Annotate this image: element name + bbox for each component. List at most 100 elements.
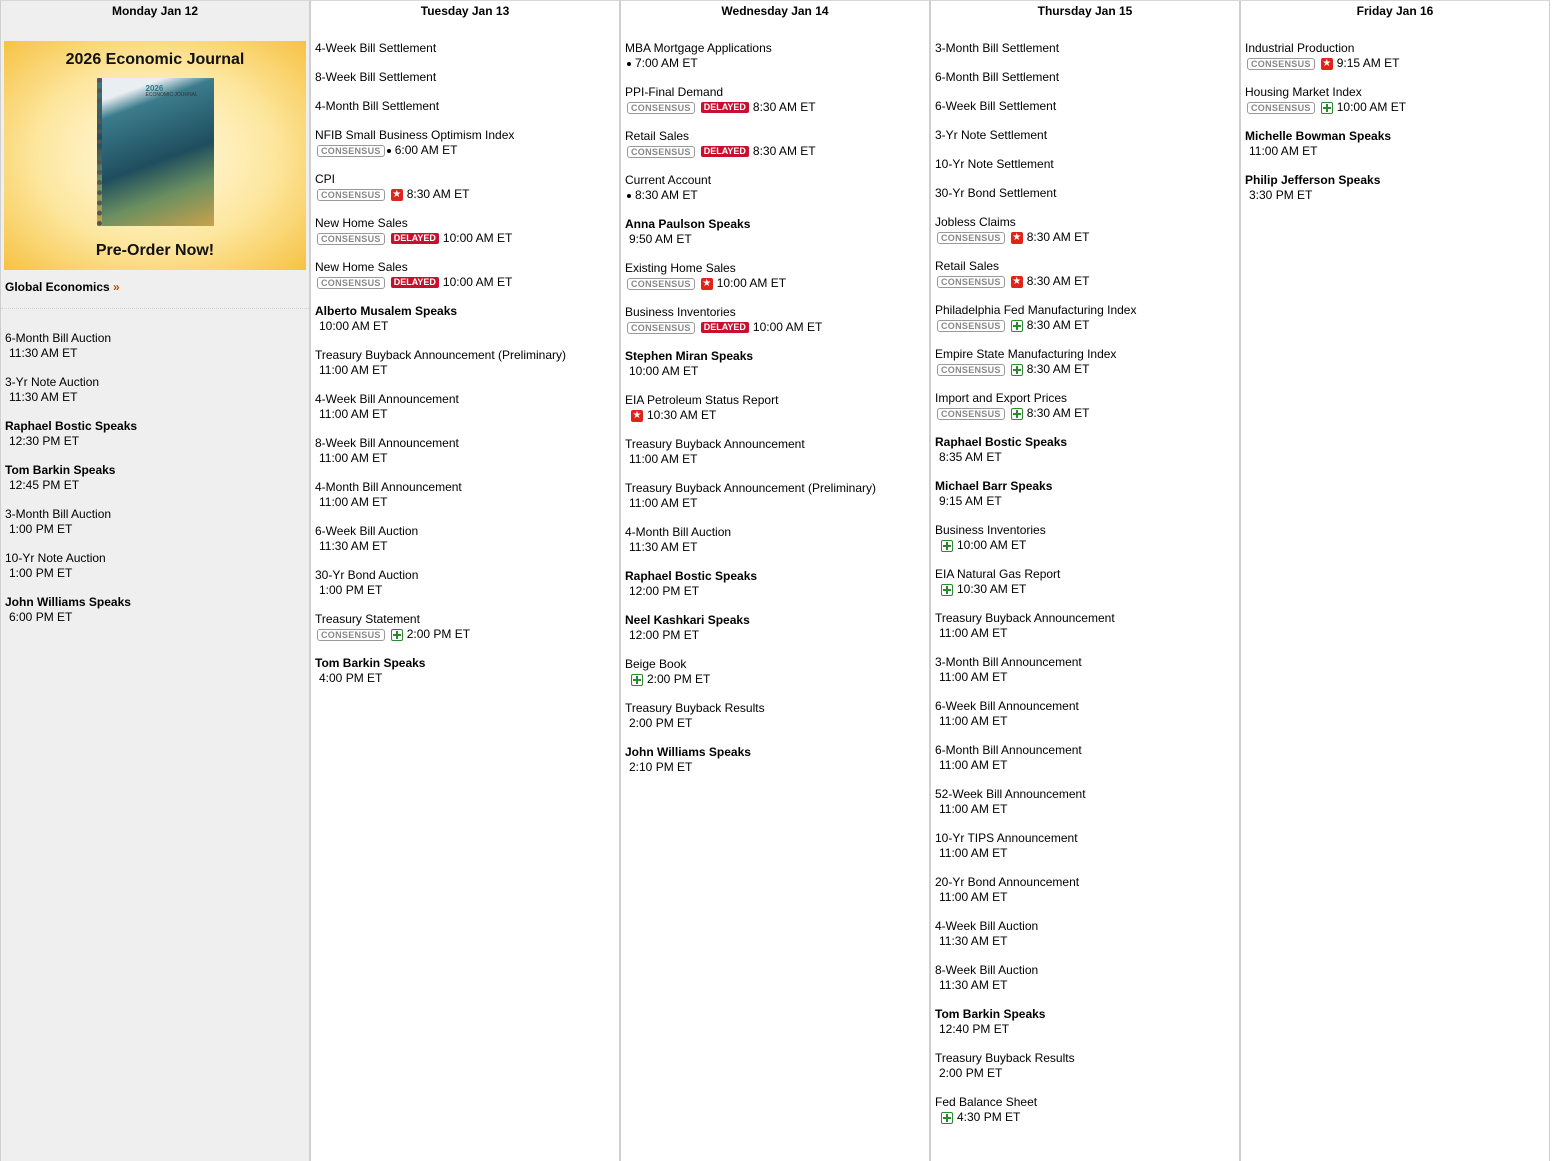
event-name[interactable]: CPI: [315, 172, 619, 187]
event-name[interactable]: 3-Month Bill Announcement: [935, 655, 1239, 670]
event-name[interactable]: 8-Week Bill Settlement: [315, 70, 619, 85]
event-name[interactable]: 6-Month Bill Auction: [5, 331, 309, 346]
calendar-event[interactable]: NFIB Small Business Optimism Index CONSEN…: [315, 128, 619, 158]
event-name[interactable]: Michelle Bowman Speaks: [1245, 129, 1549, 144]
pre-order-button[interactable]: Pre-Order Now!: [4, 242, 306, 260]
calendar-event[interactable]: Housing Market Index CONSENSUS 10:00 AM ET: [1245, 85, 1549, 115]
global-economics-link[interactable]: Global Economics »: [5, 280, 309, 294]
calendar-event[interactable]: 8-Week Bill Settlement: [315, 70, 619, 85]
calendar-event[interactable]: Treasury Buyback Announcement 11:00 AM ET: [935, 611, 1239, 641]
calendar-event[interactable]: Alberto Musalem Speaks 10:00 AM ET: [315, 304, 619, 334]
calendar-event[interactable]: 20-Yr Bond Announcement 11:00 AM ET: [935, 875, 1239, 905]
calendar-event[interactable]: EIA Natural Gas Report 10:30 AM ET: [935, 567, 1239, 597]
calendar-event[interactable]: Raphael Bostic Speaks 12:30 PM ET: [5, 419, 309, 449]
calendar-event[interactable]: 52-Week Bill Announcement 11:00 AM ET: [935, 787, 1239, 817]
event-name[interactable]: 30-Yr Bond Settlement: [935, 186, 1239, 201]
calendar-event[interactable]: Philadelphia Fed Manufacturing Index CONS…: [935, 303, 1239, 333]
calendar-event[interactable]: Michael Barr Speaks 9:15 AM ET: [935, 479, 1239, 509]
event-name[interactable]: Housing Market Index: [1245, 85, 1549, 100]
consensus-badge[interactable]: CONSENSUS: [627, 145, 695, 158]
event-name[interactable]: Michael Barr Speaks: [935, 479, 1239, 494]
event-name[interactable]: 30-Yr Bond Auction: [315, 568, 619, 583]
event-name[interactable]: New Home Sales: [315, 260, 619, 275]
calendar-event[interactable]: Tom Barkin Speaks 12:45 PM ET: [5, 463, 309, 493]
calendar-event[interactable]: Anna Paulson Speaks 9:50 AM ET: [625, 217, 929, 247]
calendar-event[interactable]: Fed Balance Sheet 4:30 PM ET: [935, 1095, 1239, 1125]
event-name[interactable]: Raphael Bostic Speaks: [5, 419, 309, 434]
calendar-event[interactable]: 6-Month Bill Settlement: [935, 70, 1239, 85]
event-name[interactable]: 8-Week Bill Announcement: [315, 436, 619, 451]
event-name[interactable]: 6-Week Bill Announcement: [935, 699, 1239, 714]
consensus-badge[interactable]: CONSENSUS: [317, 628, 385, 641]
calendar-event[interactable]: Raphael Bostic Speaks 12:00 PM ET: [625, 569, 929, 599]
event-name[interactable]: 3-Month Bill Auction: [5, 507, 309, 522]
event-name[interactable]: Treasury Buyback Announcement (Prelimina…: [315, 348, 619, 363]
event-name[interactable]: 4-Week Bill Auction: [935, 919, 1239, 934]
event-name[interactable]: Business Inventories: [935, 523, 1239, 538]
calendar-event[interactable]: Jobless Claims CONSENSUS ★ 8:30 AM ET: [935, 215, 1239, 245]
event-name[interactable]: 4-Month Bill Auction: [625, 525, 929, 540]
calendar-event[interactable]: Treasury Statement CONSENSUS 2:00 PM ET: [315, 612, 619, 642]
event-name[interactable]: Anna Paulson Speaks: [625, 217, 929, 232]
event-name[interactable]: 10-Yr TIPS Announcement: [935, 831, 1239, 846]
event-name[interactable]: 4-Month Bill Settlement: [315, 99, 619, 114]
calendar-event[interactable]: 10-Yr TIPS Announcement 11:00 AM ET: [935, 831, 1239, 861]
calendar-event[interactable]: Empire State Manufacturing Index CONSENSU…: [935, 347, 1239, 377]
consensus-badge[interactable]: CONSENSUS: [317, 276, 385, 289]
calendar-event[interactable]: Treasury Buyback Results 2:00 PM ET: [935, 1051, 1239, 1081]
calendar-event[interactable]: Stephen Miran Speaks 10:00 AM ET: [625, 349, 929, 379]
calendar-event[interactable]: 6-Month Bill Auction 11:30 AM ET: [5, 331, 309, 361]
event-name[interactable]: Philip Jefferson Speaks: [1245, 173, 1549, 188]
calendar-event[interactable]: 4-Week Bill Announcement 11:00 AM ET: [315, 392, 619, 422]
event-name[interactable]: Alberto Musalem Speaks: [315, 304, 619, 319]
calendar-event[interactable]: Michelle Bowman Speaks 11:00 AM ET: [1245, 129, 1549, 159]
consensus-badge[interactable]: CONSENSUS: [937, 231, 1005, 244]
calendar-event[interactable]: Treasury Buyback Announcement (Prelimina…: [625, 481, 929, 511]
calendar-event[interactable]: Retail Sales CONSENSUS DELAYED 8:30 AM ET: [625, 129, 929, 159]
calendar-event[interactable]: MBA Mortgage Applications 7:00 AM ET: [625, 41, 929, 71]
calendar-event[interactable]: CPI CONSENSUS ★ 8:30 AM ET: [315, 172, 619, 202]
calendar-event[interactable]: 10-Yr Note Auction 1:00 PM ET: [5, 551, 309, 581]
event-name[interactable]: 10-Yr Note Auction: [5, 551, 309, 566]
calendar-event[interactable]: Raphael Bostic Speaks 8:35 AM ET: [935, 435, 1239, 465]
event-name[interactable]: EIA Petroleum Status Report: [625, 393, 929, 408]
event-name[interactable]: Treasury Statement: [315, 612, 619, 627]
consensus-badge[interactable]: CONSENSUS: [317, 188, 385, 201]
calendar-event[interactable]: 6-Week Bill Settlement: [935, 99, 1239, 114]
event-name[interactable]: Treasury Buyback Announcement: [935, 611, 1239, 626]
calendar-event[interactable]: 8-Week Bill Auction 11:30 AM ET: [935, 963, 1239, 993]
event-name[interactable]: Retail Sales: [625, 129, 929, 144]
calendar-event[interactable]: EIA Petroleum Status Report ★ 10:30 AM ET: [625, 393, 929, 423]
event-name[interactable]: 52-Week Bill Announcement: [935, 787, 1239, 802]
calendar-event[interactable]: 30-Yr Bond Settlement: [935, 186, 1239, 201]
consensus-badge[interactable]: CONSENSUS: [1247, 57, 1315, 70]
event-name[interactable]: Existing Home Sales: [625, 261, 929, 276]
calendar-event[interactable]: 6-Month Bill Announcement 11:00 AM ET: [935, 743, 1239, 773]
consensus-badge[interactable]: CONSENSUS: [937, 363, 1005, 376]
event-name[interactable]: MBA Mortgage Applications: [625, 41, 929, 56]
event-name[interactable]: 10-Yr Note Settlement: [935, 157, 1239, 172]
event-name[interactable]: Raphael Bostic Speaks: [625, 569, 929, 584]
calendar-event[interactable]: 10-Yr Note Settlement: [935, 157, 1239, 172]
calendar-event[interactable]: 8-Week Bill Announcement 11:00 AM ET: [315, 436, 619, 466]
event-name[interactable]: 3-Yr Note Settlement: [935, 128, 1239, 143]
event-name[interactable]: Business Inventories: [625, 305, 929, 320]
promo-banner[interactable]: 2026 Economic Journal 2026 ECONOMIC JOUR…: [4, 41, 306, 270]
consensus-badge[interactable]: CONSENSUS: [937, 407, 1005, 420]
calendar-event[interactable]: 3-Yr Note Settlement: [935, 128, 1239, 143]
event-name[interactable]: 6-Week Bill Auction: [315, 524, 619, 539]
event-name[interactable]: Tom Barkin Speaks: [315, 656, 619, 671]
event-name[interactable]: Treasury Buyback Results: [625, 701, 929, 716]
event-name[interactable]: Philadelphia Fed Manufacturing Index: [935, 303, 1239, 318]
calendar-event[interactable]: New Home Sales CONSENSUS DELAYED 10:00 AM E…: [315, 216, 619, 246]
calendar-event[interactable]: 30-Yr Bond Auction 1:00 PM ET: [315, 568, 619, 598]
consensus-badge[interactable]: CONSENSUS: [937, 275, 1005, 288]
calendar-event[interactable]: 6-Week Bill Announcement 11:00 AM ET: [935, 699, 1239, 729]
event-name[interactable]: Stephen Miran Speaks: [625, 349, 929, 364]
calendar-event[interactable]: 4-Month Bill Settlement: [315, 99, 619, 114]
event-name[interactable]: Import and Export Prices: [935, 391, 1239, 406]
event-name[interactable]: Empire State Manufacturing Index: [935, 347, 1239, 362]
consensus-badge[interactable]: CONSENSUS: [627, 277, 695, 290]
event-name[interactable]: Raphael Bostic Speaks: [935, 435, 1239, 450]
event-name[interactable]: EIA Natural Gas Report: [935, 567, 1239, 582]
